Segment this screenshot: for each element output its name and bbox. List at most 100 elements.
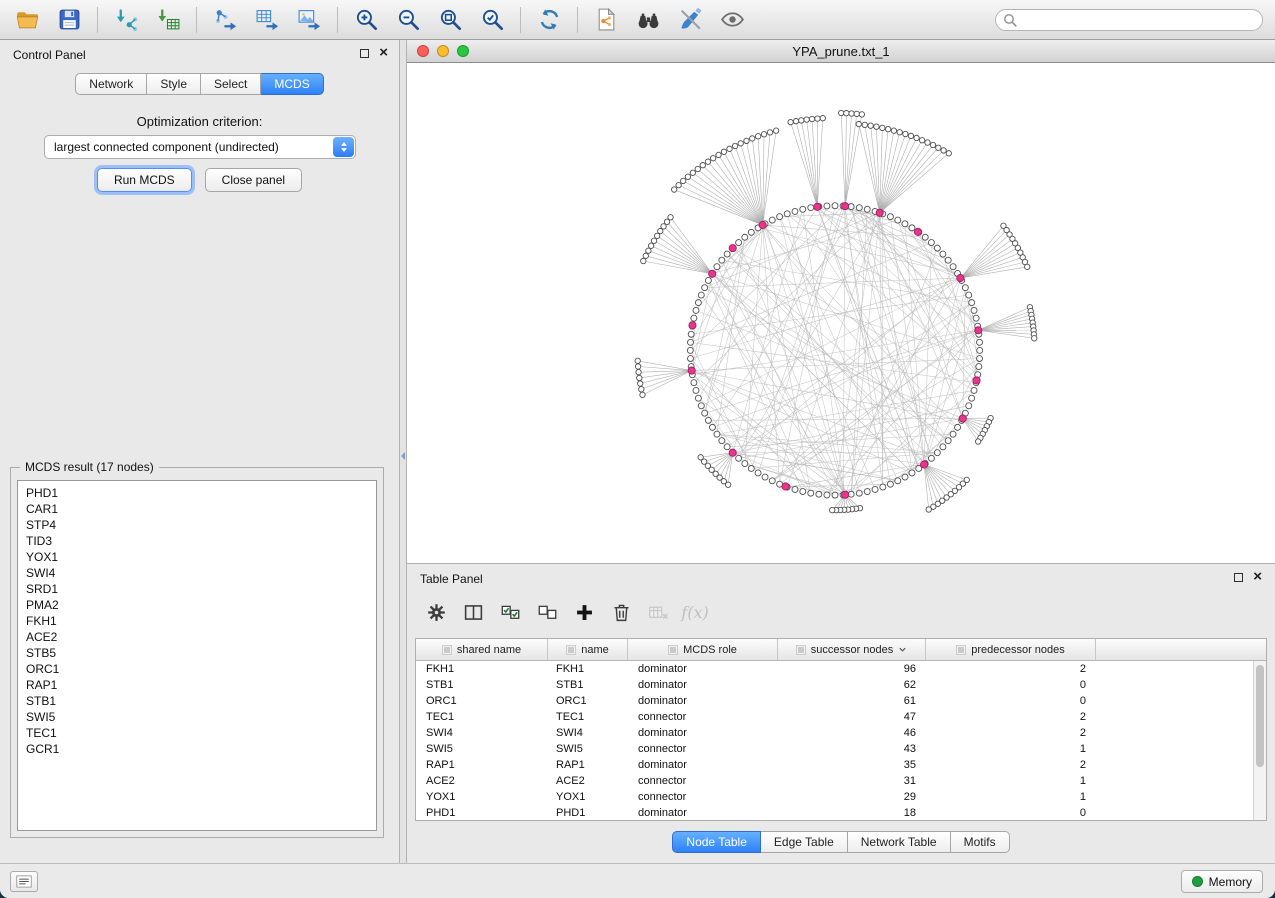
leaf-node[interactable] <box>880 125 885 130</box>
ring-node[interactable] <box>748 465 754 471</box>
leaf-node[interactable] <box>654 233 659 238</box>
close-table-panel-icon[interactable]: × <box>1253 572 1262 582</box>
leaf-node[interactable] <box>773 128 778 133</box>
ring-node[interactable] <box>714 264 720 270</box>
ring-node[interactable] <box>688 356 694 362</box>
ring-node[interactable] <box>971 307 977 313</box>
leaf-node[interactable] <box>738 141 743 146</box>
dominator-node[interactable] <box>841 203 848 210</box>
ring-node[interactable] <box>724 444 730 450</box>
select-all-icon[interactable] <box>493 596 527 628</box>
table-row[interactable]: YOX1YOX1connector291 <box>416 789 1253 805</box>
leaf-node[interactable] <box>646 248 651 253</box>
leaf-node[interactable] <box>885 126 890 131</box>
ring-node[interactable] <box>691 315 697 321</box>
network-graph[interactable] <box>407 63 1275 563</box>
ring-node[interactable] <box>748 229 754 235</box>
ring-node[interactable] <box>895 478 901 484</box>
float-table-panel-icon[interactable] <box>1234 573 1243 582</box>
ring-node[interactable] <box>742 461 748 467</box>
table-scrollbar[interactable] <box>1253 661 1266 820</box>
table-row[interactable]: ACE2ACE2connector311 <box>416 773 1253 789</box>
column-header-predecessor-nodes[interactable]: predecessor nodes <box>926 639 1096 661</box>
dominator-node[interactable] <box>729 245 736 252</box>
table-row[interactable]: SWI4SWI4dominator462 <box>416 725 1253 741</box>
leaf-node[interactable] <box>639 387 644 392</box>
leaf-node[interactable] <box>1025 264 1030 269</box>
tab-edge-table[interactable]: Edge Table <box>761 831 848 853</box>
ring-node[interactable] <box>928 455 934 461</box>
ring-node[interactable] <box>769 217 775 223</box>
mcds-result-item[interactable]: STB5 <box>26 645 376 661</box>
leaf-node[interactable] <box>903 131 908 136</box>
dominator-node[interactable] <box>876 209 883 216</box>
ring-node[interactable] <box>742 234 748 240</box>
leaf-node[interactable] <box>936 145 941 150</box>
leaf-node[interactable] <box>661 224 666 229</box>
show-columns-icon[interactable] <box>456 596 490 628</box>
table-row[interactable]: PHD1PHD1dominator180 <box>416 805 1253 820</box>
ring-node[interactable] <box>688 331 694 337</box>
leaf-node[interactable] <box>716 152 721 157</box>
leaf-node[interactable] <box>744 138 749 143</box>
leaf-node[interactable] <box>685 174 690 179</box>
leaf-node[interactable] <box>698 455 703 460</box>
leaf-node[interactable] <box>750 136 755 141</box>
leaf-node[interactable] <box>695 166 700 171</box>
ring-node[interactable] <box>940 251 946 257</box>
ring-node[interactable] <box>792 486 798 492</box>
tab-motifs[interactable]: Motifs <box>951 831 1010 853</box>
tab-network-table[interactable]: Network Table <box>848 831 951 853</box>
mcds-result-item[interactable]: ORC1 <box>26 661 376 677</box>
leaf-node[interactable] <box>946 151 951 156</box>
ring-node[interactable] <box>945 438 951 444</box>
ring-node[interactable] <box>971 387 977 393</box>
leaf-node[interactable] <box>721 149 726 154</box>
mcds-result-item[interactable]: PMA2 <box>26 597 376 613</box>
ring-node[interactable] <box>895 217 901 223</box>
panel-splitter[interactable] <box>400 40 407 863</box>
ring-node[interactable] <box>800 489 806 495</box>
leaf-node[interactable] <box>637 375 642 380</box>
ring-node[interactable] <box>887 481 893 487</box>
leaf-node[interactable] <box>767 130 772 135</box>
save-session-icon[interactable] <box>48 4 90 36</box>
leaf-node[interactable] <box>668 215 673 220</box>
leaf-node[interactable] <box>859 112 864 117</box>
mcds-result-item[interactable]: STP4 <box>26 517 376 533</box>
dominator-node[interactable] <box>729 449 736 456</box>
memory-button[interactable]: Memory <box>1181 870 1263 893</box>
ring-node[interactable] <box>693 387 699 393</box>
leaf-node[interactable] <box>914 135 919 140</box>
ring-node[interactable] <box>832 203 838 209</box>
ring-node[interactable] <box>705 277 711 283</box>
leaf-node[interactable] <box>755 134 760 139</box>
ring-node[interactable] <box>940 444 946 450</box>
ring-node[interactable] <box>977 356 983 362</box>
column-header-shared-name[interactable]: shared name <box>416 639 548 661</box>
first-neighbors-icon[interactable] <box>585 4 627 36</box>
import-table-icon[interactable] <box>147 4 189 36</box>
optimization-criterion-select[interactable]: largest connected component (undirected) <box>44 135 356 159</box>
leaf-node[interactable] <box>908 133 913 138</box>
ring-node[interactable] <box>950 264 956 270</box>
ring-node[interactable] <box>736 455 742 461</box>
mcds-result-item[interactable]: SWI4 <box>26 565 376 581</box>
zoom-fit-icon[interactable] <box>429 4 471 36</box>
tab-select[interactable]: Select <box>201 73 261 95</box>
leaf-node[interactable] <box>874 124 879 129</box>
export-table-icon[interactable] <box>246 4 288 36</box>
scrollbar-thumb[interactable] <box>1256 665 1264 767</box>
style-brush-icon[interactable] <box>669 4 711 36</box>
ring-node[interactable] <box>976 364 982 370</box>
ring-node[interactable] <box>962 285 968 291</box>
ring-node[interactable] <box>693 307 699 313</box>
ring-node[interactable] <box>698 292 704 298</box>
leaf-node[interactable] <box>700 163 705 168</box>
ring-node[interactable] <box>856 490 862 496</box>
import-network-icon[interactable] <box>105 4 147 36</box>
run-mcds-button[interactable]: Run MCDS <box>97 168 192 192</box>
dominator-node[interactable] <box>975 327 982 334</box>
ring-node[interactable] <box>950 431 956 437</box>
leaf-node[interactable] <box>925 140 930 145</box>
